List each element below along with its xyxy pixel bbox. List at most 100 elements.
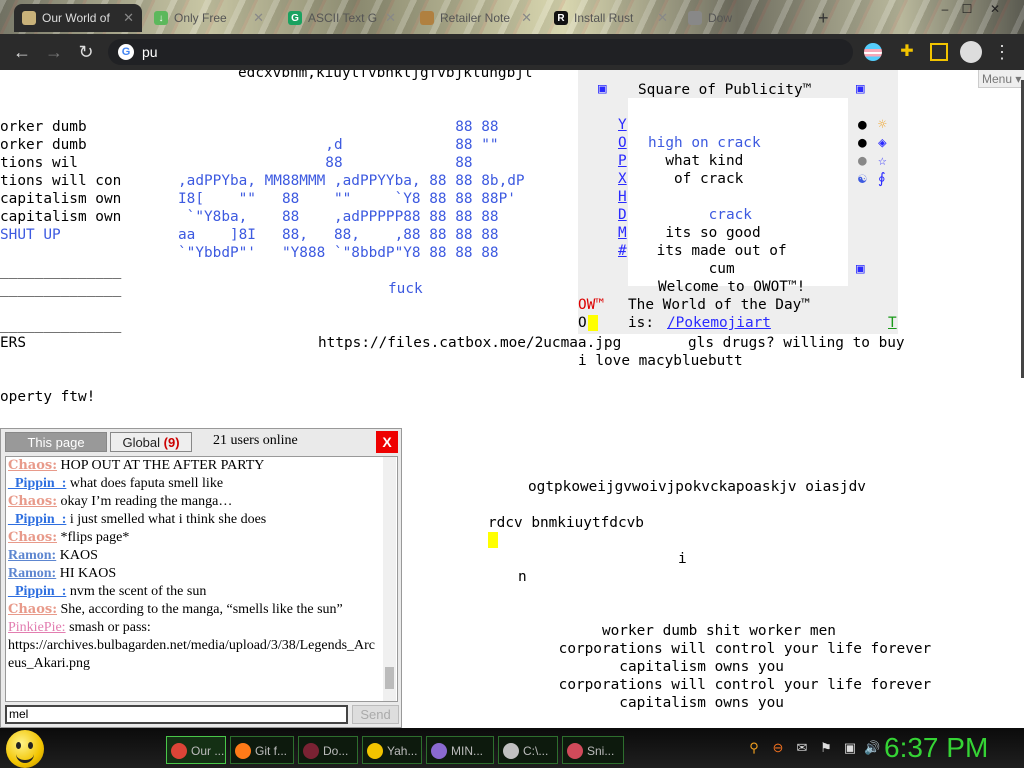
- profile-avatar-icon[interactable]: [960, 41, 982, 63]
- publicity-side-link[interactable]: H: [618, 188, 627, 206]
- app-icon: [367, 743, 383, 759]
- catbox-url-text[interactable]: https://files.catbox.moe/2ucmaa.jpg: [318, 334, 621, 352]
- page-favicon-icon: [688, 11, 702, 25]
- tab-ascii-text[interactable]: G ASCII Text G ✕: [280, 4, 404, 32]
- publicity-side-link[interactable]: X: [618, 170, 627, 188]
- tab-install-rust[interactable]: R Install Rust ✕: [546, 4, 676, 32]
- tab-our-world-of-text[interactable]: Our World of ✕: [14, 4, 142, 32]
- blocked-icon[interactable]: ⊖: [770, 740, 786, 756]
- publicity-side-link[interactable]: #: [618, 242, 627, 260]
- diamond-icon[interactable]: ◈: [878, 134, 887, 152]
- chat-nickname[interactable]: _Pippin_:: [8, 476, 66, 491]
- maximize-window-icon[interactable]: ☐: [958, 2, 976, 16]
- chat-nickname[interactable]: Chaos:: [8, 458, 57, 473]
- chat-message-log[interactable]: Chaos: HOP OUT AT THE AFTER PARTY _Pippin…: [5, 456, 398, 702]
- chat-message-text: what does faputa smell like: [66, 476, 224, 491]
- forward-arrow-icon[interactable]: →: [42, 40, 66, 64]
- ascii-art-line: 88 88: [178, 119, 499, 135]
- publicity-side-link[interactable]: M: [618, 224, 627, 242]
- taskbar-task-button[interactable]: C:\...: [498, 736, 558, 764]
- chat-nickname[interactable]: Chaos:: [8, 602, 57, 617]
- search-icon[interactable]: ⚲: [746, 740, 762, 756]
- sun-icon[interactable]: ☼: [878, 116, 887, 134]
- publicity-corner-icon[interactable]: ▣: [856, 80, 865, 98]
- publicity-corner-icon[interactable]: ▣: [856, 260, 865, 278]
- taskbar-task-button[interactable]: Git f...: [230, 736, 294, 764]
- publicity-title: Square of Publicity™: [638, 82, 812, 98]
- o-char: O: [578, 315, 587, 331]
- network-icon[interactable]: ▣: [842, 740, 858, 756]
- chat-message: Ramon: HI KAOS: [8, 565, 381, 583]
- chat-nickname[interactable]: _Pippin_:: [8, 584, 66, 599]
- ascii-art-line: aa ]8I 88, 88, ,88 88 88 88: [178, 227, 499, 243]
- browser-menu-icon[interactable]: ⋮: [990, 40, 1014, 64]
- tab-download[interactable]: Dow: [680, 4, 790, 32]
- chat-nickname[interactable]: Ramon:: [8, 548, 56, 563]
- chat-scrollbar[interactable]: [383, 457, 396, 701]
- chat-send-button[interactable]: Send: [352, 705, 399, 724]
- square-of-publicity: ▣ Square of Publicity™ ▣ Y O P X H D M #…: [578, 70, 898, 334]
- close-tab-icon[interactable]: ✕: [521, 10, 532, 26]
- world-of-the-day-link[interactable]: /Pokemojiart: [667, 314, 771, 332]
- yin-yang-icon[interactable]: ☯: [858, 170, 867, 188]
- chat-nickname[interactable]: Chaos:: [8, 530, 57, 545]
- close-tab-icon[interactable]: ✕: [657, 10, 668, 26]
- chat-nickname[interactable]: PinkiePie:: [8, 620, 66, 635]
- ascii-art-line: `"Y8ba, 88 ,adPPPPP88 88 88 88: [178, 209, 499, 225]
- love-text: i love macybluebutt: [578, 353, 743, 369]
- chat-message-text: nvm the scent of the sun: [66, 584, 207, 599]
- random-text-line: edcxvbnm,kiuytfvbnkljgfvbjklungbjl: [238, 70, 533, 81]
- volume-icon[interactable]: 🔊: [864, 740, 880, 756]
- chat-nickname[interactable]: Chaos:: [8, 494, 57, 509]
- action-center-flag-icon[interactable]: ⚑: [818, 740, 834, 756]
- publicity-text-line: high on crack: [648, 135, 761, 151]
- back-arrow-icon[interactable]: ←: [10, 40, 34, 64]
- taskbar-clock[interactable]: 6:37 PM: [884, 732, 988, 764]
- tab-retailer-note[interactable]: Retailer Note ✕: [412, 4, 540, 32]
- smiley-start-icon[interactable]: [6, 730, 44, 768]
- taskbar-task-button[interactable]: Our ...: [166, 736, 226, 764]
- t-link[interactable]: T: [888, 314, 897, 332]
- chat-message-text: She, according to the manga, “smells lik…: [57, 602, 343, 617]
- taskbar-task-button[interactable]: Sni...: [562, 736, 624, 764]
- side-panel-icon[interactable]: [930, 43, 948, 61]
- taskbar-task-button[interactable]: Do...: [298, 736, 358, 764]
- reload-icon[interactable]: ↻: [74, 40, 98, 64]
- chat-close-button[interactable]: X: [376, 431, 398, 453]
- chat-nickname[interactable]: _Pippin_:: [8, 512, 66, 527]
- close-tab-icon[interactable]: ✕: [385, 10, 396, 26]
- minimize-window-icon[interactable]: –: [936, 2, 954, 16]
- contour-integral-icon[interactable]: ∮: [878, 170, 886, 188]
- mail-icon[interactable]: ✉: [794, 740, 810, 756]
- chat-nickname[interactable]: Ramon:: [8, 566, 56, 581]
- publicity-side-link[interactable]: P: [618, 152, 627, 170]
- tab-only-free[interactable]: ↓ Only Free ✕: [146, 4, 272, 32]
- users-online-count: 21 users online: [213, 433, 298, 448]
- ascii-art-line: 88 88: [178, 155, 473, 171]
- chat-scrollbar-thumb[interactable]: [385, 667, 394, 689]
- address-bar[interactable]: G pu: [108, 39, 853, 65]
- taskbar-task-button[interactable]: Yah...: [362, 736, 422, 764]
- chat-input[interactable]: mel: [5, 705, 348, 724]
- close-tab-icon[interactable]: ✕: [253, 10, 264, 26]
- world-of-the-day-label: The World of the Day™: [628, 297, 810, 313]
- trans-flag-extension-icon[interactable]: [864, 43, 882, 61]
- publicity-corner-icon[interactable]: ▣: [598, 80, 607, 98]
- taskbar-task-label: Our ...: [191, 744, 225, 758]
- grey-circle-icon: ●: [858, 153, 867, 169]
- chat-tab-global[interactable]: Global (9): [110, 432, 192, 452]
- puzzle-extensions-icon[interactable]: ✚: [898, 43, 916, 61]
- publicity-side-link[interactable]: O: [618, 134, 627, 152]
- taskbar-task-button[interactable]: MIN...: [426, 736, 494, 764]
- taskbar-task-label: Sni...: [587, 744, 615, 758]
- close-tab-icon[interactable]: ✕: [123, 10, 134, 26]
- publicity-side-link[interactable]: Y: [618, 116, 627, 134]
- star-icon[interactable]: ☆: [878, 152, 887, 170]
- close-window-icon[interactable]: ✕: [986, 2, 1004, 16]
- owot-menu-button[interactable]: Menu ▾: [978, 70, 1024, 88]
- new-tab-button[interactable]: +: [814, 4, 840, 32]
- left-text-line: SHUT UP: [0, 227, 61, 243]
- publicity-side-link[interactable]: D: [618, 206, 627, 224]
- chat-tab-this-page[interactable]: This page: [5, 432, 107, 452]
- slogan-line: capitalism owns you: [524, 659, 784, 675]
